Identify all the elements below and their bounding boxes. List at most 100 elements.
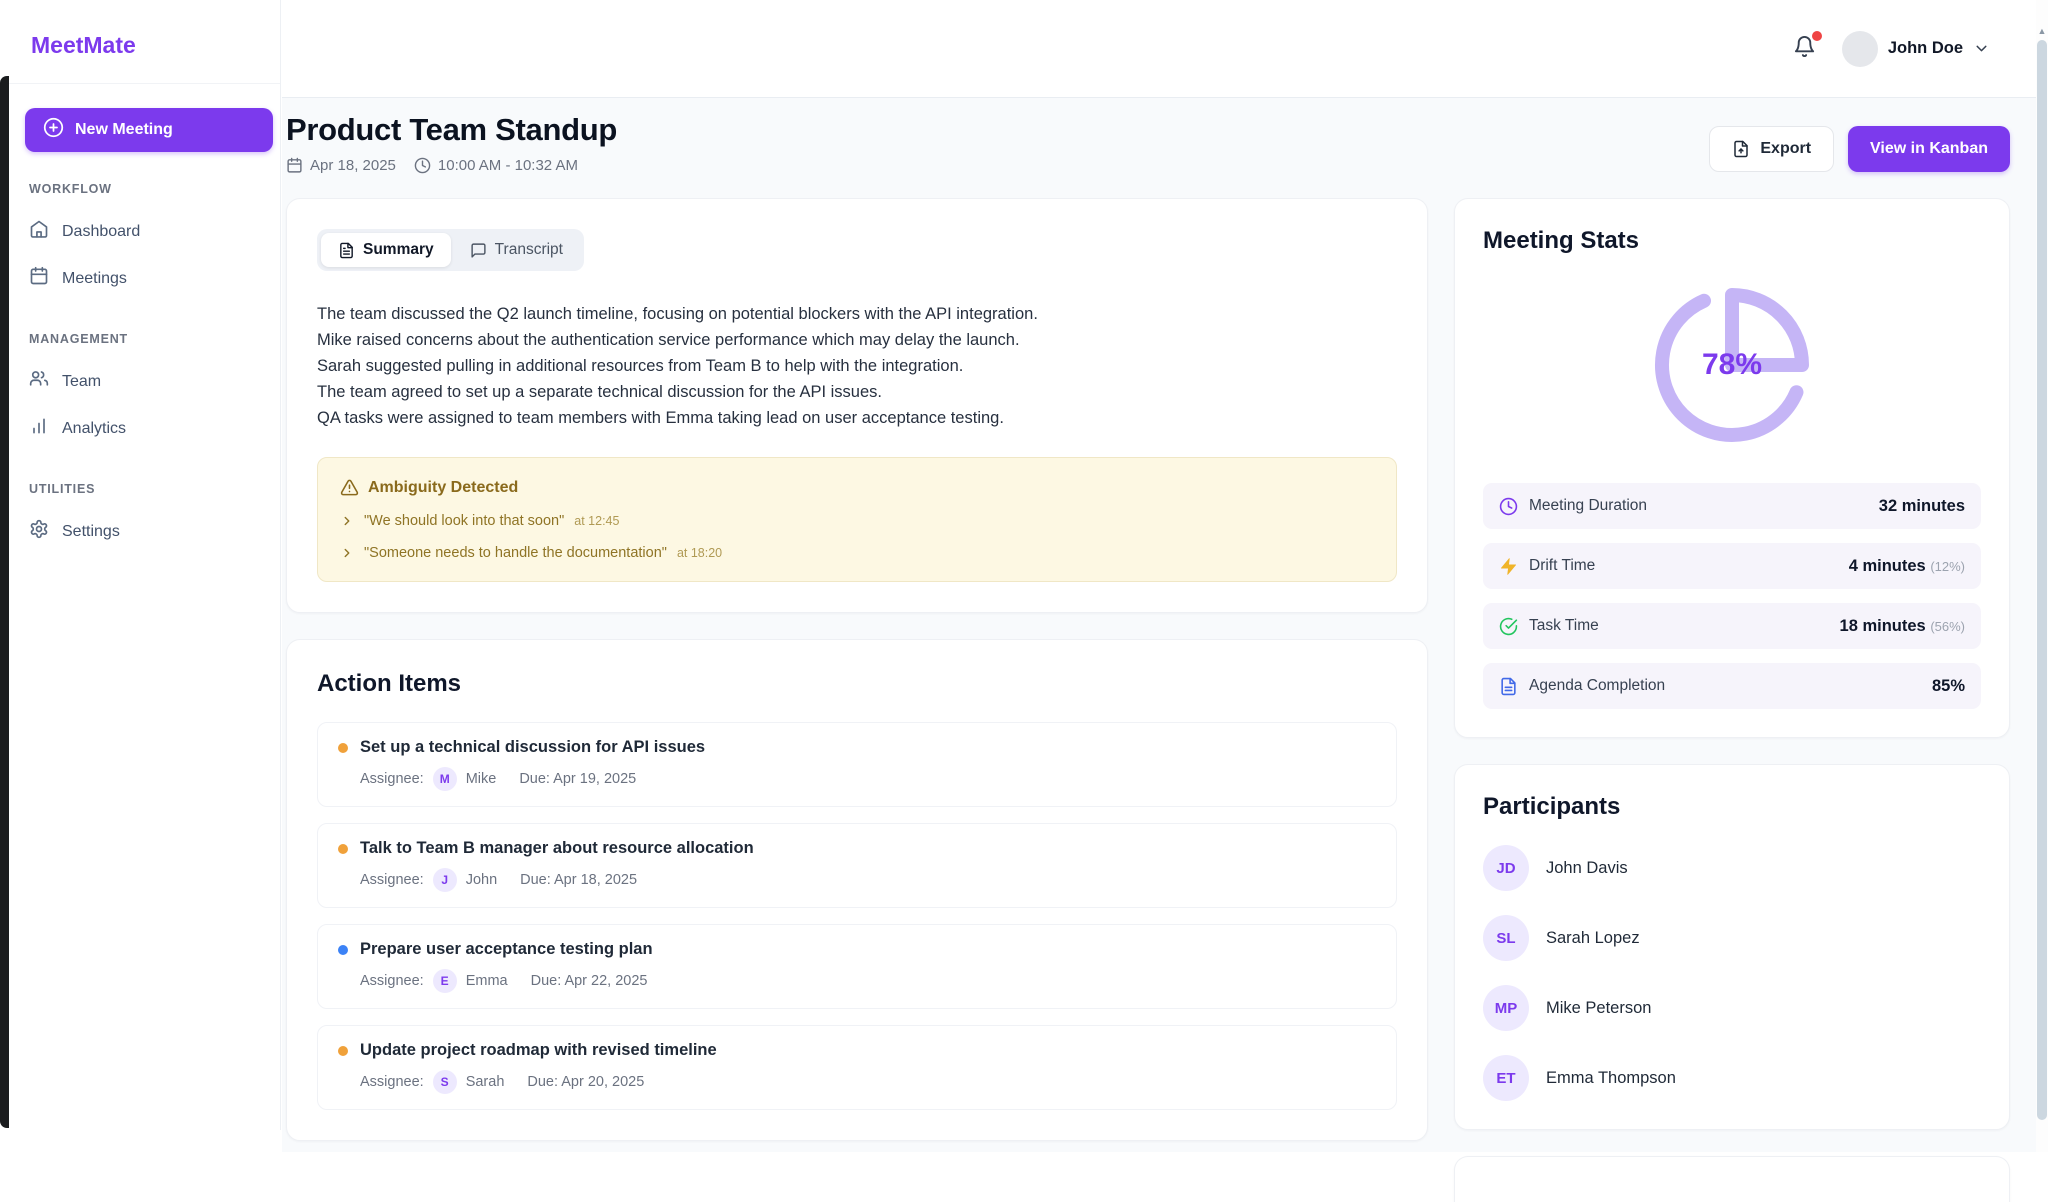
sidebar-item-analytics[interactable]: Analytics [9, 405, 280, 452]
sidebar-item-dashboard[interactable]: Dashboard [9, 208, 280, 255]
status-dot [338, 743, 348, 753]
chevron-right-icon [340, 546, 354, 560]
action-item[interactable]: Prepare user acceptance testing plan Ass… [317, 924, 1397, 1009]
new-meeting-button[interactable]: New Meeting [25, 108, 273, 152]
chevron-right-icon [340, 514, 354, 528]
stat-label: Meeting Duration [1529, 497, 1647, 515]
assignee-badge: M [433, 767, 457, 791]
stat-value: 4 minutes [1849, 557, 1926, 575]
sidebar-item-label: Meetings [62, 270, 127, 288]
stat-value: 18 minutes [1840, 617, 1926, 635]
sidebar-item-label: Settings [62, 523, 120, 541]
stat-label: Drift Time [1529, 557, 1595, 575]
sidebar-item-meetings[interactable]: Meetings [9, 255, 280, 302]
assignee-label: Assignee: [360, 973, 424, 989]
user-menu[interactable]: John Doe [1842, 31, 1990, 67]
window-frame-edge [0, 76, 9, 1128]
participant-name: Sarah Lopez [1546, 929, 1640, 948]
scrollbar-thumb[interactable] [2037, 40, 2047, 1120]
action-items-title: Action Items [317, 670, 1397, 698]
action-item-title: Prepare user acceptance testing plan [360, 940, 653, 959]
assignee-name: John [466, 872, 497, 888]
sidebar-item-team[interactable]: Team [9, 358, 280, 405]
user-name: John Doe [1888, 39, 1963, 58]
sidebar-item-label: Team [62, 373, 101, 391]
participant-row: SL Sarah Lopez [1483, 915, 1981, 961]
stat-label: Task Time [1529, 617, 1599, 635]
topbar: John Doe [282, 0, 2036, 98]
page-scrollbar[interactable]: ▲ [2036, 0, 2048, 1152]
export-button[interactable]: Export [1709, 126, 1834, 172]
section-label-management: MANAGEMENT [9, 332, 280, 346]
home-icon [29, 219, 49, 244]
view-in-kanban-button[interactable]: View in Kanban [1848, 126, 2010, 172]
action-item[interactable]: Set up a technical discussion for API is… [317, 722, 1397, 807]
users-icon [29, 369, 49, 394]
ambiguity-quote: "We should look into that soon" [364, 513, 564, 529]
new-meeting-label: New Meeting [75, 121, 173, 139]
file-text-icon [1499, 677, 1518, 696]
ambiguity-item[interactable]: "Someone needs to handle the documentati… [340, 545, 1374, 561]
sidebar-item-settings[interactable]: Settings [9, 508, 280, 555]
clock-icon [414, 157, 431, 174]
summary-line: Sarah suggested pulling in additional re… [317, 353, 1397, 379]
assignee-label: Assignee: [360, 872, 424, 888]
assignee-badge: J [433, 868, 457, 892]
action-item-title: Set up a technical discussion for API is… [360, 738, 705, 757]
participant-row: ET Emma Thompson [1483, 1055, 1981, 1101]
summary-line: The team discussed the Q2 launch timelin… [317, 301, 1397, 327]
participant-avatar: MP [1483, 985, 1529, 1031]
section-label-workflow: WORKFLOW [9, 182, 280, 196]
status-dot [338, 1046, 348, 1056]
participant-name: Mike Peterson [1546, 999, 1651, 1018]
next-card-clipped [1454, 1156, 2010, 1202]
ambiguity-time: at 12:45 [574, 514, 619, 528]
due-date: Due: Apr 19, 2025 [519, 771, 636, 787]
plus-circle-icon [43, 117, 64, 143]
participant-row: MP Mike Peterson [1483, 985, 1981, 1031]
due-date: Due: Apr 20, 2025 [527, 1074, 644, 1090]
chevron-down-icon [1973, 40, 1990, 57]
ambiguity-item[interactable]: "We should look into that soon" at 12:45 [340, 513, 1374, 529]
action-item[interactable]: Talk to Team B manager about resource al… [317, 823, 1397, 908]
sidebar-item-label: Dashboard [62, 223, 140, 241]
ambiguity-quote: "Someone needs to handle the documentati… [364, 545, 667, 561]
zap-icon [1499, 557, 1518, 576]
ambiguity-panel: Ambiguity Detected "We should look into … [317, 457, 1397, 582]
participant-avatar: JD [1483, 845, 1529, 891]
tab-summary[interactable]: Summary [321, 233, 451, 267]
stat-row: Drift Time 4 minutes (12%) [1483, 543, 1981, 589]
section-label-utilities: UTILITIES [9, 482, 280, 496]
alert-triangle-icon [340, 478, 359, 497]
check-circle-icon [1499, 617, 1518, 636]
meeting-date: Apr 18, 2025 [286, 157, 396, 174]
stat-row: Meeting Duration 32 minutes [1483, 483, 1981, 529]
calendar-icon [29, 266, 49, 291]
ambiguity-time: at 18:20 [677, 546, 722, 560]
participants-card: Participants JD John Davis SL Sarah Lope… [1454, 764, 2010, 1130]
stat-row: Agenda Completion 85% [1483, 663, 1981, 709]
scrollbar-up-arrow[interactable]: ▲ [2036, 26, 2048, 36]
file-text-icon [338, 242, 355, 259]
page-header: Product Team Standup Apr 18, 2025 10:00 … [286, 112, 2010, 174]
tab-transcript[interactable]: Transcript [453, 233, 580, 267]
participant-avatar: SL [1483, 915, 1529, 961]
due-date: Due: Apr 22, 2025 [531, 973, 648, 989]
gear-icon [29, 519, 49, 544]
assignee-label: Assignee: [360, 1074, 424, 1090]
meeting-stats-title: Meeting Stats [1483, 227, 1981, 255]
assignee-badge: S [433, 1070, 457, 1094]
action-items-card: Action Items Set up a technical discussi… [286, 639, 1428, 1141]
meeting-stats-card: Meeting Stats 78% Meeting Duration 32 mi… [1454, 198, 2010, 738]
sidebar-item-label: Analytics [62, 420, 126, 438]
productivity-chart: 78% [1483, 261, 1981, 469]
action-item-title: Talk to Team B manager about resource al… [360, 839, 754, 858]
stat-label: Agenda Completion [1529, 677, 1665, 695]
summary-card: Summary Transcript The team discussed th… [286, 198, 1428, 613]
ambiguity-title: Ambiguity Detected [368, 479, 518, 497]
action-item[interactable]: Update project roadmap with revised time… [317, 1025, 1397, 1110]
notifications-button[interactable] [1793, 35, 1816, 63]
page-title: Product Team Standup [286, 112, 617, 148]
participant-avatar: ET [1483, 1055, 1529, 1101]
participants-title: Participants [1483, 793, 1981, 821]
